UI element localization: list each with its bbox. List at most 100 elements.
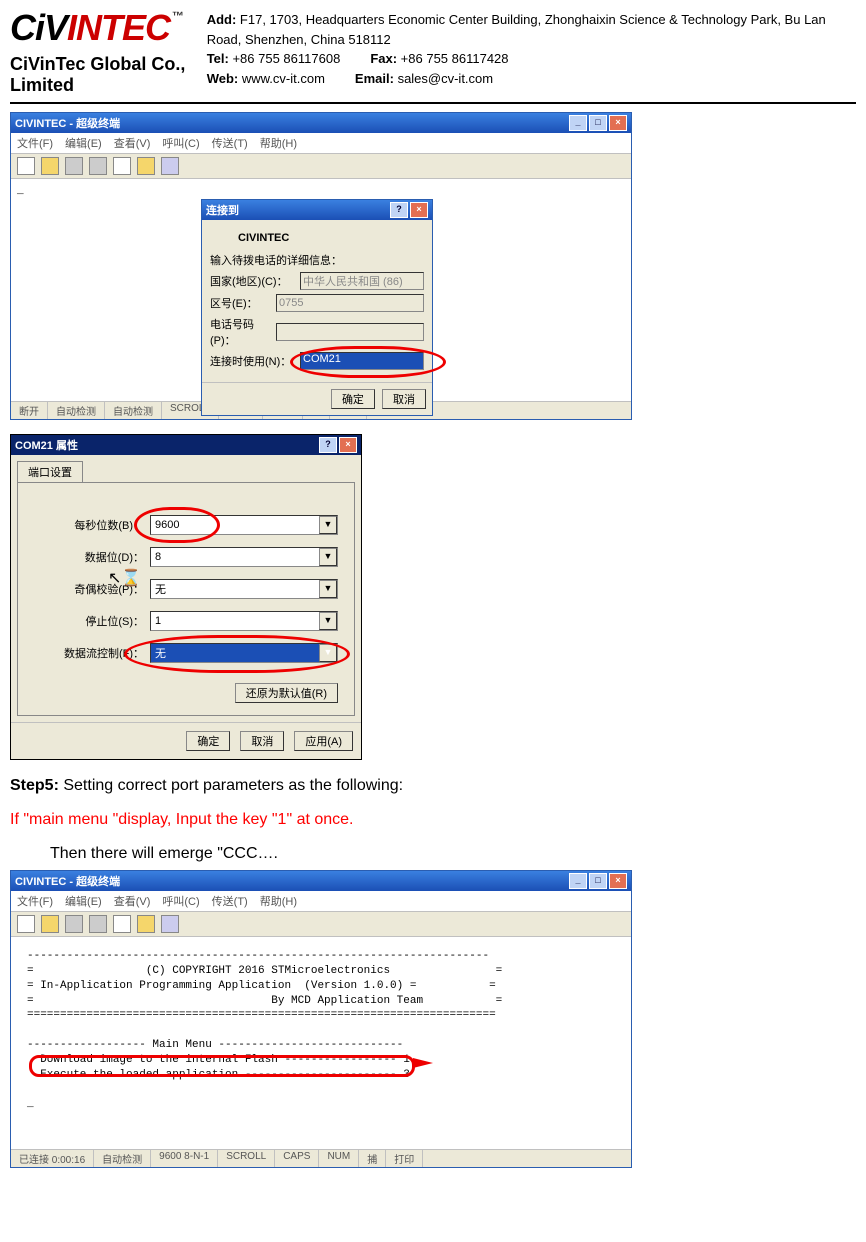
dialog-titlebar[interactable]: 连接到 ? × (202, 200, 432, 220)
statusbar: 已连接 0:00:16 自动检测 9600 8-N-1 SCROLL CAPS … (11, 1149, 631, 1167)
step5-label: Step5: (10, 777, 59, 794)
open-icon[interactable] (41, 915, 59, 933)
ok-button[interactable]: 确定 (331, 389, 375, 409)
menu-edit[interactable]: 编辑(E) (65, 135, 102, 151)
flowcontrol-select[interactable]: 无▼ (150, 643, 338, 663)
menu-file[interactable]: 文件(F) (17, 893, 53, 909)
status-connection: 已连接 0:00:16 (11, 1150, 94, 1167)
window-title: CIVINTEC - 超级终端 (15, 115, 120, 131)
receive-icon[interactable] (137, 157, 155, 175)
menu-file[interactable]: 文件(F) (17, 135, 53, 151)
menu-call[interactable]: 呼叫(C) (162, 135, 199, 151)
chevron-down-icon[interactable]: ▼ (319, 516, 337, 534)
hourglass-cursor-icon: ↖⌛ (108, 568, 141, 588)
menu-help[interactable]: 帮助(H) (260, 893, 297, 909)
chevron-down-icon[interactable]: ▼ (319, 644, 337, 662)
baud-label: 每秒位数(B)： (34, 517, 150, 533)
chevron-down-icon[interactable]: ▼ (319, 612, 337, 630)
new-icon[interactable] (17, 915, 35, 933)
area-label: 区号(E)： (210, 295, 276, 311)
web-label: Web: (207, 71, 239, 86)
status-caps: CAPS (275, 1150, 319, 1167)
country-label: 国家(地区)(C)： (210, 273, 300, 289)
menu-call[interactable]: 呼叫(C) (162, 893, 199, 909)
window-title: CIVINTEC - 超级终端 (15, 873, 120, 889)
dialog-title: COM21 属性 (15, 437, 78, 453)
ok-button[interactable]: 确定 (186, 731, 230, 751)
dialog-close-button[interactable]: × (410, 202, 428, 218)
open-icon[interactable] (41, 157, 59, 175)
status-autodetect2: 自动检测 (105, 402, 162, 419)
minimize-button[interactable]: _ (569, 873, 587, 889)
menu-transfer[interactable]: 传送(T) (212, 135, 248, 151)
hangup-icon[interactable] (89, 157, 107, 175)
baud-select[interactable]: 9600 ▼ (150, 515, 338, 535)
properties-icon[interactable] (161, 915, 179, 933)
close-button[interactable]: × (609, 873, 627, 889)
stopbits-value: 1 (155, 615, 161, 627)
fax-label: Fax: (370, 51, 397, 66)
status-autodetect: 自动检测 (94, 1150, 151, 1167)
maximize-button[interactable]: □ (589, 873, 607, 889)
databits-select[interactable]: 8▼ (150, 547, 338, 567)
maximize-button[interactable]: □ (589, 115, 607, 131)
logo-civ: CiV (10, 7, 67, 48)
status-scroll: SCROLL (218, 1150, 275, 1167)
web-value: www.cv-it.com (242, 71, 325, 86)
connect-using-select[interactable]: COM21 (300, 352, 424, 370)
flowcontrol-value: 无 (155, 645, 166, 661)
titlebar[interactable]: CIVINTEC - 超级终端 _ □ × (11, 871, 631, 891)
terminal-area: ----------------------------------------… (11, 937, 631, 1149)
apply-button[interactable]: 应用(A) (294, 731, 353, 751)
trademark: ™ (172, 9, 183, 23)
phone-icon[interactable] (65, 915, 83, 933)
send-icon[interactable] (113, 915, 131, 933)
parity-select[interactable]: 无▼ (150, 579, 338, 599)
receive-icon[interactable] (137, 915, 155, 933)
logo-intec: INTEC (67, 7, 170, 48)
step5-heading: Step5: Setting correct port parameters a… (10, 774, 856, 798)
titlebar[interactable]: CIVINTEC - 超级终端 _ □ × (11, 113, 631, 133)
menu-view[interactable]: 查看(V) (114, 135, 151, 151)
step5-red-instruction: If "main menu "display, Input the key "1… (10, 808, 856, 832)
contact-info: Add: F17, 1703, Headquarters Economic Ce… (207, 10, 856, 96)
help-button[interactable]: ? (390, 202, 408, 218)
tab-port-settings[interactable]: 端口设置 (17, 461, 83, 482)
hyperterminal-window-1: CIVINTEC - 超级终端 _ □ × 文件(F) 编辑(E) 查看(V) … (10, 112, 632, 420)
toolbar (11, 154, 631, 179)
databits-value: 8 (155, 551, 161, 563)
menu-view[interactable]: 查看(V) (114, 893, 151, 909)
titlebar[interactable]: COM21 属性 ? × (11, 435, 361, 455)
menu-transfer[interactable]: 传送(T) (212, 893, 248, 909)
status-capture: 捕 (359, 1150, 386, 1167)
status-autodetect1: 自动检测 (48, 402, 105, 419)
parity-value: 无 (155, 581, 166, 597)
chevron-down-icon[interactable]: ▼ (319, 580, 337, 598)
phone-icon[interactable] (65, 157, 83, 175)
close-button[interactable]: × (339, 437, 357, 453)
send-icon[interactable] (113, 157, 131, 175)
tab-page: 每秒位数(B)： 9600▼ 数据位(D)： 8▼ ↖⌛ 奇偶校验(P)： 无▼… (17, 482, 355, 716)
help-button[interactable]: ? (319, 437, 337, 453)
addr-label: Add: (207, 12, 237, 27)
minimize-button[interactable]: _ (569, 115, 587, 131)
connect-using-label: 连接时使用(N)： (210, 353, 300, 369)
restore-defaults-button[interactable]: 还原为默认值(R) (235, 683, 338, 703)
baud-value: 9600 (155, 519, 179, 531)
stopbits-select[interactable]: 1▼ (150, 611, 338, 631)
properties-icon[interactable] (161, 157, 179, 175)
cancel-button[interactable]: 取消 (240, 731, 284, 751)
menubar: 文件(F) 编辑(E) 查看(V) 呼叫(C) 传送(T) 帮助(H) (11, 891, 631, 912)
step5-text1: Setting correct port parameters as the f… (59, 777, 403, 794)
cancel-button[interactable]: 取消 (382, 389, 426, 409)
terminal-output: ----------------------------------------… (17, 943, 625, 1118)
menu-edit[interactable]: 编辑(E) (65, 893, 102, 909)
tel-value: +86 755 86117608 (232, 51, 340, 66)
hangup-icon[interactable] (89, 915, 107, 933)
area-input (276, 294, 424, 312)
menu-help[interactable]: 帮助(H) (260, 135, 297, 151)
tab-strip: 端口设置 (11, 455, 361, 482)
close-button[interactable]: × (609, 115, 627, 131)
chevron-down-icon[interactable]: ▼ (319, 548, 337, 566)
new-icon[interactable] (17, 157, 35, 175)
